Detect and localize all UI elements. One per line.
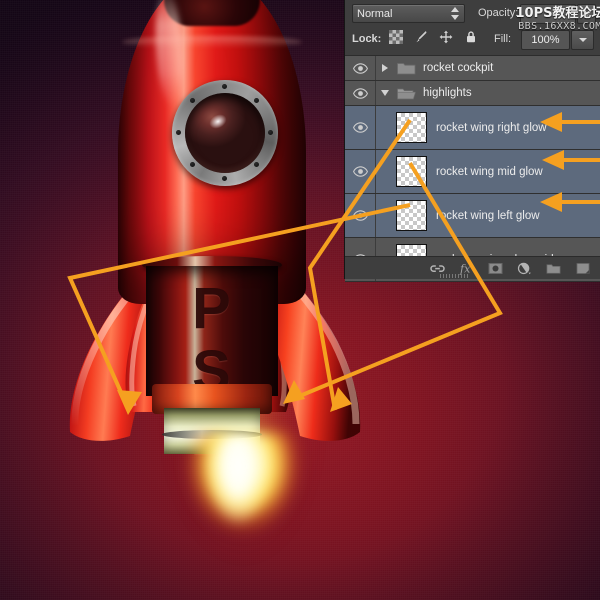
layers-panel-footer: fx <box>345 256 600 279</box>
eye-visibility-icon[interactable] <box>345 56 376 80</box>
rivet <box>222 176 227 181</box>
lock-label: Lock: <box>352 33 381 45</box>
eye-visibility-icon[interactable] <box>345 150 376 193</box>
expand-collapse-toggle[interactable] <box>376 64 394 72</box>
eye-visibility-icon[interactable] <box>345 194 376 237</box>
add-layer-mask-icon[interactable] <box>488 261 503 276</box>
opacity-dropdown-arrow[interactable] <box>577 4 596 24</box>
eye-visibility-icon[interactable] <box>345 106 376 149</box>
svg-text:fx: fx <box>459 263 471 276</box>
layer-thumbnail[interactable] <box>396 112 427 143</box>
layer-row-rocket-wing-mid-glow[interactable]: rocket wing mid glow <box>345 150 600 194</box>
rocket-body-label: PSD <box>178 276 238 384</box>
layer-name: rocket wing mid glow <box>436 166 543 178</box>
lock-transparency-icon[interactable] <box>389 30 403 44</box>
blend-mode-select[interactable]: Normal <box>352 4 465 23</box>
layer-thumbnail[interactable] <box>396 156 427 187</box>
layer-name: rocket wing left glow <box>436 210 540 222</box>
link-layers-icon[interactable] <box>430 261 445 276</box>
layer-row-rocket-cockpit[interactable]: rocket cockpit <box>345 56 600 81</box>
layers-list: rocket cockpit <box>345 56 600 282</box>
rivet <box>254 162 259 167</box>
layer-name: highlights <box>423 87 472 99</box>
layer-row-rocket-wing-left-glow[interactable]: rocket wing left glow <box>345 194 600 238</box>
layer-row-highlights[interactable]: highlights <box>345 81 600 106</box>
porthole-glass <box>185 93 265 173</box>
lock-position-icon[interactable] <box>439 30 453 44</box>
blend-mode-value: Normal <box>357 8 451 20</box>
lock-toggle-group <box>389 30 478 44</box>
porthole-specular-highlight <box>207 112 229 132</box>
rocket-body-seam <box>122 36 302 48</box>
layer-style-fx-icon[interactable]: fx <box>459 261 474 276</box>
new-group-icon[interactable] <box>546 261 561 276</box>
fill-label: Fill: <box>494 33 511 45</box>
new-adjustment-layer-icon[interactable] <box>517 261 532 276</box>
lock-image-icon[interactable] <box>414 30 428 44</box>
new-layer-icon[interactable] <box>575 261 590 276</box>
rivet <box>268 130 273 135</box>
layer-name: rocket wing right glow <box>436 122 547 134</box>
porthole-window <box>172 80 278 186</box>
rivet <box>176 130 181 135</box>
layer-row-rocket-wing-right-glow[interactable]: rocket wing right glow <box>345 106 600 150</box>
folder-open-icon <box>397 86 416 100</box>
chevron-right-icon <box>382 64 388 72</box>
expand-collapse-toggle[interactable] <box>376 90 394 96</box>
layers-panel-options: Normal Opacity: Lock: <box>345 0 600 56</box>
layers-panel: Normal Opacity: Lock: <box>345 0 600 279</box>
rocket-artwork: PSD <box>60 0 360 454</box>
folder-closed-icon <box>397 61 416 75</box>
rivet <box>222 84 227 89</box>
screenshot-root: PSD Normal Opacity: Lock: <box>0 0 600 600</box>
lock-all-icon[interactable] <box>464 30 478 44</box>
opacity-input[interactable] <box>520 4 576 24</box>
opacity-label: Opacity: <box>478 7 518 19</box>
eye-visibility-icon[interactable] <box>345 81 376 105</box>
layer-thumbnail[interactable] <box>396 200 427 231</box>
fill-dropdown-arrow[interactable] <box>571 30 594 50</box>
chevron-updown-icon <box>451 7 460 20</box>
exhaust-flame-core <box>206 436 270 556</box>
layer-name: rocket cockpit <box>423 62 493 74</box>
rivet <box>190 98 195 103</box>
fill-input[interactable]: 100% <box>521 30 570 50</box>
rivet <box>190 162 195 167</box>
chevron-down-icon <box>381 90 389 96</box>
rivet <box>254 98 259 103</box>
